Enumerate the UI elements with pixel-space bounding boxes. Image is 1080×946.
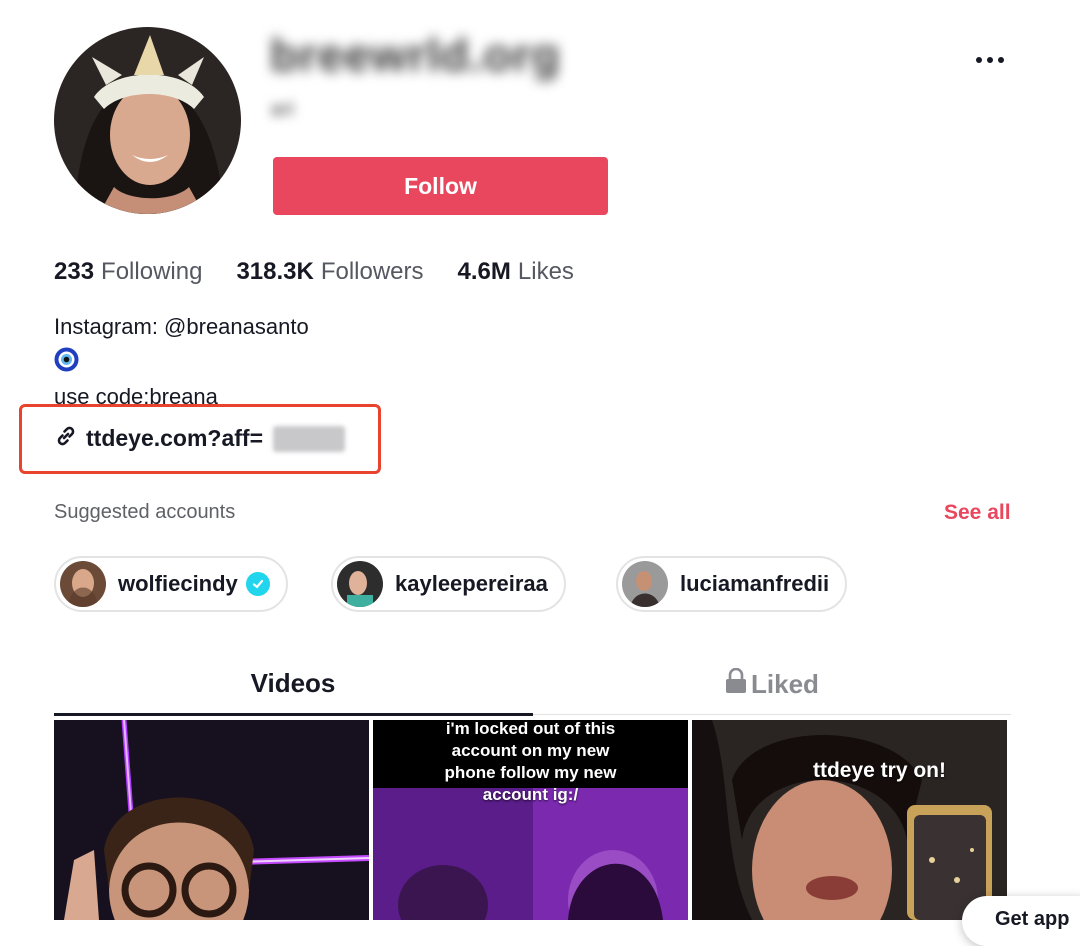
suggested-account-chip[interactable]: luciamanfredii [616, 556, 848, 612]
video-caption: ttdeye try on! [812, 759, 946, 782]
profile-username: breewrld.org [270, 29, 561, 81]
stat-label: Likes [517, 258, 574, 285]
stat-value: 318.3K [236, 258, 314, 285]
stat-label: Following [101, 258, 203, 285]
suggested-account-chip[interactable]: kayleepereiraa [331, 556, 566, 612]
suggested-accounts-title: Suggested accounts [54, 501, 236, 523]
more-horizontal-icon[interactable] [968, 48, 1012, 72]
tab-active-indicator [54, 713, 533, 716]
bio-link[interactable]: ttdeye.com?aff= [54, 424, 346, 453]
see-all-link[interactable]: See all [944, 501, 1011, 525]
follow-button[interactable]: Follow [273, 157, 608, 215]
get-app-button[interactable]: Get app [962, 896, 1080, 946]
video-thumbnail[interactable] [54, 720, 369, 920]
profile-stats: 233 Following 318.3K Followers 4.6M Likes [54, 258, 574, 286]
tab-liked[interactable]: Liked [533, 667, 1011, 701]
profile-nickname: ari [270, 96, 295, 121]
tab-liked-label: Liked [751, 669, 819, 699]
stat-label: Followers [320, 258, 424, 285]
followers-count[interactable]: 318.3K Followers [236, 258, 423, 286]
video-thumbnail[interactable]: ttdeye try on! [692, 720, 1007, 920]
lock-icon [725, 667, 747, 701]
account-name: luciamanfredii [680, 571, 830, 596]
bio-instagram: Instagram: @breanasanto [54, 314, 309, 339]
tab-divider [533, 714, 1011, 715]
bio-code: use code:breana [54, 384, 218, 404]
stat-value: 233 [54, 258, 95, 285]
link-redacted-code [273, 425, 346, 452]
nazar-evil-eye-icon [54, 347, 79, 372]
account-name: kayleepereiraa [395, 571, 548, 596]
link-text[interactable]: ttdeye.com?aff= [86, 425, 263, 452]
link-icon [54, 424, 78, 453]
video-thumbnail[interactable]: i'm locked out of this account on my new… [373, 720, 688, 920]
video-caption: i'm locked out of this account on my new… [444, 720, 617, 804]
likes-count: 4.6M Likes [458, 258, 574, 286]
avatar [622, 561, 668, 607]
account-name: wolfiecindy [118, 571, 238, 596]
avatar [60, 561, 106, 607]
suggested-account-chip[interactable]: wolfiecindy [54, 556, 288, 612]
avatar [337, 561, 383, 607]
verified-badge-icon [245, 572, 270, 596]
profile-avatar[interactable] [54, 27, 241, 214]
tab-videos[interactable]: Videos [54, 668, 532, 699]
stat-value: 4.6M [457, 258, 511, 285]
following-count[interactable]: 233 Following [54, 258, 202, 286]
